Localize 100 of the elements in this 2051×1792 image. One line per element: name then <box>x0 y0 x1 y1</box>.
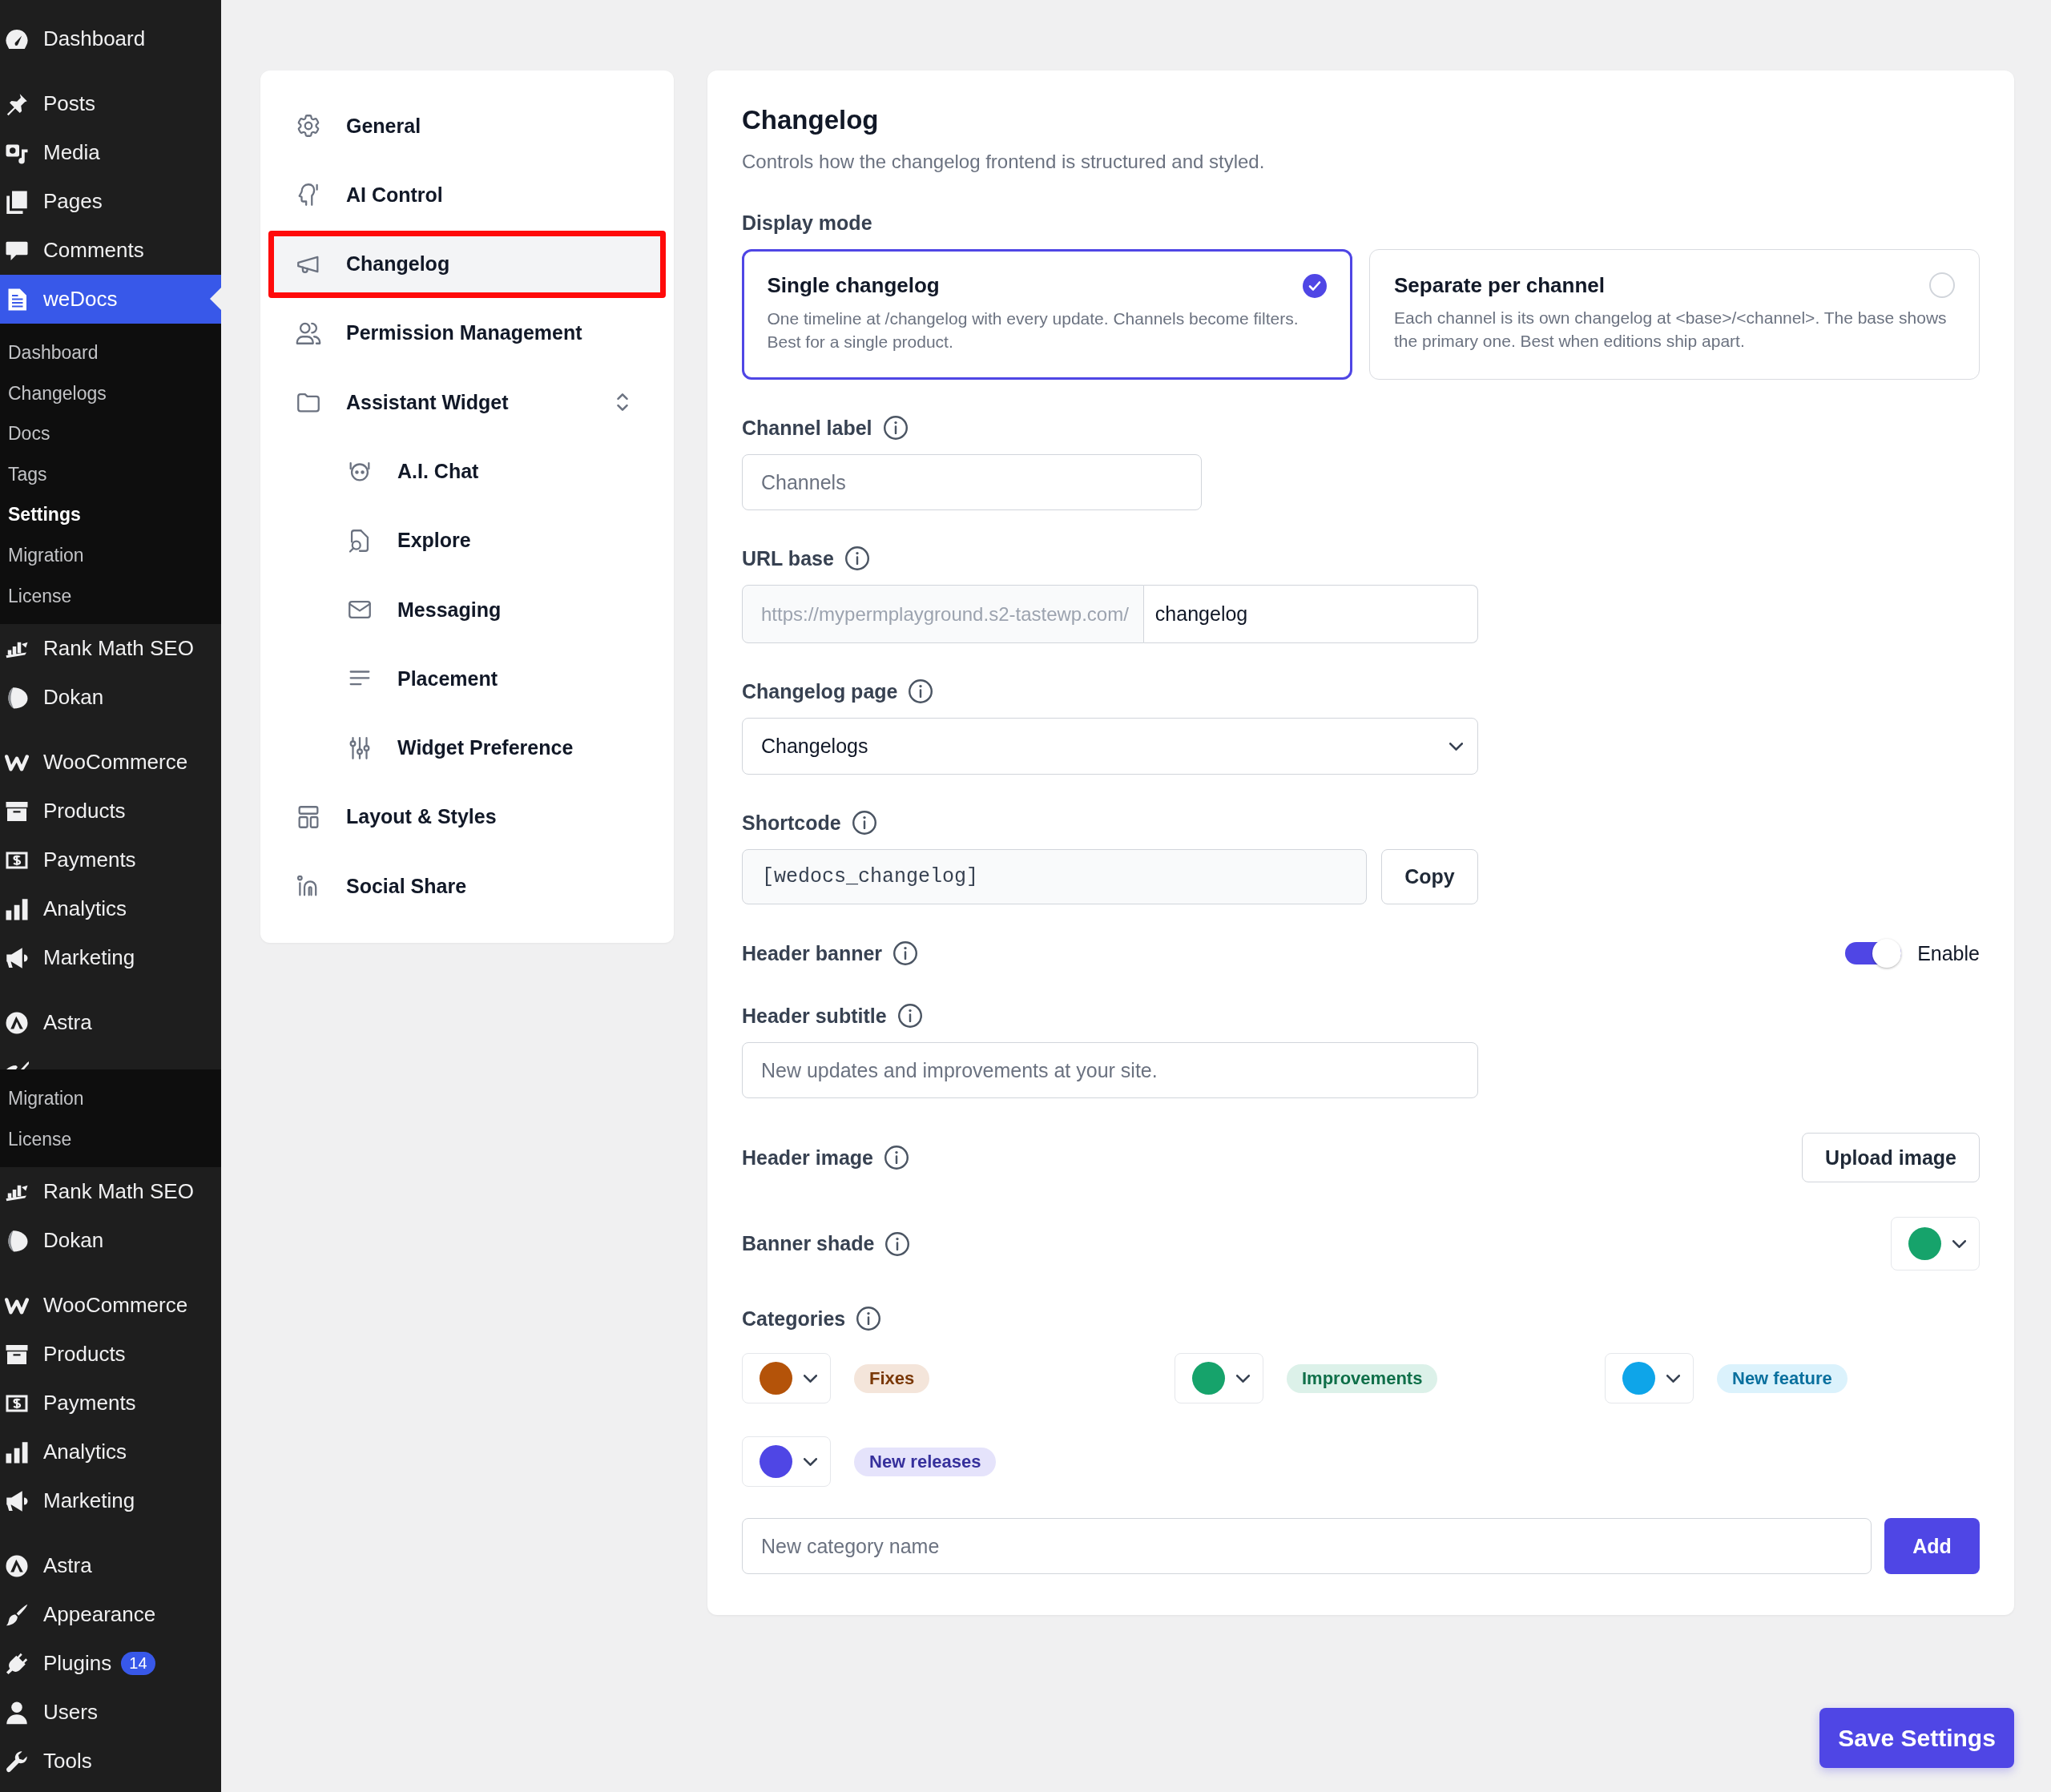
menu-item[interactable]: Rank Math SEO <box>0 1167 221 1217</box>
info-icon[interactable] <box>897 1004 922 1028</box>
menu-item[interactable]: Analytics <box>0 884 221 934</box>
url-prefix: https://mypermplayground.s2-tastewp.com/ <box>742 585 1144 643</box>
pages-icon <box>5 189 29 214</box>
menu-item[interactable]: Marketing <box>0 1476 221 1526</box>
menu-item[interactable]: Products <box>0 787 221 836</box>
chevron-down-icon <box>1449 742 1463 751</box>
menu-item[interactable]: Users <box>0 1688 221 1738</box>
submenu-item[interactable]: Changelogs <box>0 372 221 414</box>
menu-item[interactable]: Payments <box>0 1379 221 1428</box>
menu-item[interactable]: weDocs <box>0 275 221 324</box>
megaphone-icon <box>5 1488 29 1513</box>
text-field[interactable]: New updates and improvements at your site. <box>742 1042 1478 1098</box>
color-picker[interactable] <box>742 1353 831 1403</box>
shortcode-field[interactable]: [wedocs_changelog] <box>742 849 1367 904</box>
option-title: Separate per channel <box>1394 272 1605 298</box>
menu-item[interactable]: Dokan <box>0 1216 221 1266</box>
menu-item[interactable]: Dashboard <box>0 14 221 63</box>
chevron-down-icon <box>1235 1374 1250 1383</box>
nav-item[interactable]: Permission Management <box>268 299 666 367</box>
field-label: Header banner <box>742 941 883 965</box>
save-button[interactable]: Save Settings <box>1819 1708 2014 1768</box>
mode-option-card[interactable]: Single changelog One timeline at /changelog with every update. Channels become filters. Best for a single product. <box>742 249 1352 380</box>
color-picker[interactable] <box>1605 1353 1694 1403</box>
info-icon[interactable] <box>884 1146 909 1170</box>
chevron-down-icon <box>1666 1374 1680 1383</box>
menu-item[interactable]: Astra <box>0 1541 221 1591</box>
info-icon[interactable] <box>844 546 869 570</box>
submenu-item[interactable]: License <box>0 575 221 617</box>
slug-field[interactable]: changelog <box>1143 585 1478 643</box>
nav-item[interactable]: Social Share <box>268 852 666 920</box>
menu-item[interactable]: Tools <box>0 1737 221 1786</box>
field-label: Header subtitle <box>742 1004 887 1028</box>
toggle-switch[interactable] <box>1845 939 1902 968</box>
color-picker[interactable] <box>1175 1353 1263 1403</box>
menu-item[interactable]: WooCommerce <box>0 1281 221 1331</box>
menu-item[interactable]: Plugins 14 <box>0 1639 221 1689</box>
chevron-down-icon <box>1952 1239 1966 1248</box>
nav-item[interactable]: Assistant Widget <box>268 368 666 437</box>
plug-icon <box>5 1651 29 1676</box>
menu-item[interactable]: Marketing <box>0 933 221 983</box>
nav-item[interactable]: Messaging <box>268 576 666 644</box>
circle-logo-icon <box>5 1010 29 1035</box>
nav-item[interactable]: AI Control <box>268 161 666 229</box>
menu-item[interactable]: WooCommerce <box>0 738 221 787</box>
info-icon[interactable] <box>885 1231 910 1256</box>
color-picker[interactable] <box>742 1436 831 1487</box>
menu-item[interactable]: Dokan <box>0 673 221 723</box>
menu-item[interactable]: Comments <box>0 226 221 275</box>
mode-option-card[interactable]: Separate per channel Each channel is its own changelog at <base>/<channel>. The base shows the primary one. Best when editions ship apart. <box>1369 249 1980 380</box>
menu-item[interactable]: Products <box>0 1330 221 1379</box>
submenu-item[interactable]: Migration <box>0 534 221 576</box>
info-icon[interactable] <box>909 679 933 703</box>
menu-item[interactable]: Rank Math SEO <box>0 624 221 674</box>
field-label: Shortcode <box>742 811 841 835</box>
nav-item[interactable]: Changelog <box>268 230 666 298</box>
copy-button[interactable]: Copy <box>1381 849 1478 904</box>
category-tag: Improvements <box>1287 1363 1438 1393</box>
category-name-field[interactable]: New category name <box>742 1518 1872 1574</box>
nav-item[interactable]: Explore <box>268 506 666 574</box>
bar-chart-icon <box>5 1440 29 1464</box>
color-picker[interactable] <box>1891 1217 1980 1271</box>
submenu-item[interactable]: Settings <box>0 494 221 535</box>
info-icon[interactable] <box>852 811 876 835</box>
menu-item[interactable]: Astra <box>0 998 221 1048</box>
nav-item[interactable]: General <box>268 92 666 159</box>
bar-chart-icon <box>5 896 29 921</box>
info-icon[interactable] <box>883 416 908 440</box>
menu-item[interactable]: Appearance <box>0 1590 221 1640</box>
text-field[interactable]: Channels <box>742 454 1202 510</box>
submenu-item[interactable]: License <box>0 1118 221 1160</box>
menu-item[interactable]: Posts <box>0 79 221 128</box>
submenu-item[interactable]: Dashboard <box>0 332 221 373</box>
nav-item[interactable]: Layout & Styles <box>268 783 666 851</box>
field-label: URL base <box>742 546 834 570</box>
paintbrush-icon <box>5 1602 29 1627</box>
user-icon <box>5 1700 29 1725</box>
field-label: Changelog page <box>742 679 898 703</box>
field-label: Display mode <box>742 211 872 235</box>
add-button[interactable]: Add <box>1884 1518 1980 1574</box>
wrench-icon <box>5 1749 29 1774</box>
menu-item[interactable]: Payments <box>0 836 221 885</box>
nav-item[interactable]: Widget Preference <box>268 714 666 782</box>
submenu-item[interactable]: Docs <box>0 413 221 454</box>
info-icon[interactable] <box>856 1307 881 1331</box>
page-select[interactable]: Changelogs <box>742 718 1478 775</box>
submenu-item[interactable]: Tags <box>0 453 221 495</box>
menu-item[interactable]: Media <box>0 128 221 177</box>
menu-item[interactable]: Pages <box>0 177 221 226</box>
category-tag: New releases <box>854 1447 997 1476</box>
upload-button[interactable]: Upload image <box>1802 1133 1980 1182</box>
info-icon[interactable] <box>893 941 918 965</box>
paintbrush-icon <box>5 1061 29 1070</box>
nav-item[interactable]: A.I. Chat <box>268 437 666 505</box>
nav-item[interactable]: Placement <box>268 645 666 713</box>
count-badge: 14 <box>121 1652 155 1676</box>
menu-item[interactable]: Analytics <box>0 1428 221 1477</box>
option-description: One timeline at /changelog with every update. Channels become filters. Best for a single product. <box>767 308 1300 352</box>
submenu-item[interactable]: Migration <box>0 1078 221 1119</box>
